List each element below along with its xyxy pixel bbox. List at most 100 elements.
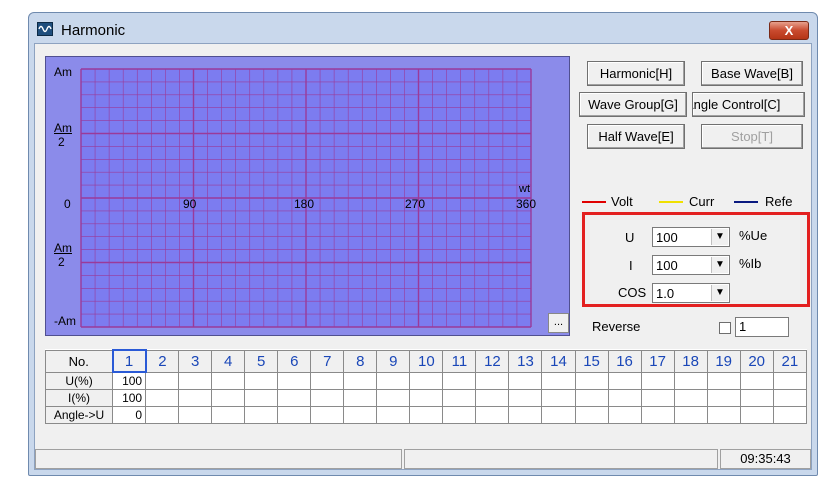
column-header-4[interactable]: 4: [211, 349, 246, 373]
table-cell[interactable]: [508, 406, 543, 424]
table-cell[interactable]: [640, 371, 675, 390]
table-cell[interactable]: [145, 389, 180, 407]
table-cell[interactable]: [376, 371, 411, 390]
table-cell[interactable]: [244, 371, 279, 390]
table-cell[interactable]: [178, 371, 213, 390]
column-header-20[interactable]: 20: [739, 349, 774, 373]
table-cell[interactable]: [607, 406, 642, 424]
table-cell[interactable]: [409, 371, 444, 390]
column-header-16[interactable]: 16: [607, 349, 642, 373]
table-cell[interactable]: [475, 371, 510, 390]
column-header-10[interactable]: 10: [409, 349, 444, 373]
chevron-down-icon[interactable]: ▼: [711, 285, 728, 301]
table-cell[interactable]: [541, 371, 576, 390]
table-cell[interactable]: [574, 389, 609, 407]
half-wave-button[interactable]: Half Wave[E]: [587, 124, 685, 149]
column-header-2[interactable]: 2: [145, 349, 180, 373]
table-cell[interactable]: [178, 406, 213, 424]
table-cell[interactable]: [244, 406, 279, 424]
table-cell[interactable]: [772, 406, 808, 424]
column-header-6[interactable]: 6: [277, 349, 312, 373]
table-cell[interactable]: [673, 389, 708, 407]
table-cell[interactable]: [706, 371, 741, 390]
column-header-5[interactable]: 5: [244, 349, 279, 373]
table-cell[interactable]: [739, 389, 774, 407]
table-cell[interactable]: [442, 389, 477, 407]
table-cell[interactable]: [706, 406, 741, 424]
chevron-down-icon[interactable]: ▼: [711, 229, 728, 245]
table-cell[interactable]: [475, 406, 510, 424]
table-cell[interactable]: [343, 389, 378, 407]
angle-control-button[interactable]: Angle Control[C]: [692, 92, 805, 117]
column-header-9[interactable]: 9: [376, 349, 411, 373]
more-options-button[interactable]: ...: [548, 313, 569, 333]
reverse-input[interactable]: 1: [735, 317, 789, 337]
table-cell[interactable]: [475, 389, 510, 407]
table-cell[interactable]: [574, 406, 609, 424]
table-cell[interactable]: [442, 371, 477, 390]
base-wave-button[interactable]: Base Wave[B]: [701, 61, 803, 86]
table-cell[interactable]: [211, 371, 246, 390]
column-header-1[interactable]: 1: [111, 349, 147, 373]
table-cell[interactable]: 100: [112, 389, 147, 407]
table-cell[interactable]: [409, 389, 444, 407]
table-cell[interactable]: [277, 389, 312, 407]
table-cell[interactable]: [277, 406, 312, 424]
table-cell[interactable]: [310, 406, 345, 424]
table-cell[interactable]: [739, 371, 774, 390]
title-bar[interactable]: Harmonic X: [29, 13, 817, 47]
table-cell[interactable]: [508, 371, 543, 390]
i-select[interactable]: 100 ▼: [652, 255, 730, 275]
table-cell[interactable]: [739, 406, 774, 424]
table-cell[interactable]: [211, 389, 246, 407]
table-cell[interactable]: [772, 371, 808, 390]
table-cell[interactable]: [706, 389, 741, 407]
harmonic-button[interactable]: Harmonic[H]: [587, 61, 685, 86]
table-cell[interactable]: [376, 406, 411, 424]
column-header-3[interactable]: 3: [178, 349, 213, 373]
column-header-19[interactable]: 19: [706, 349, 741, 373]
table-cell[interactable]: [442, 406, 477, 424]
table-cell[interactable]: [343, 371, 378, 390]
table-cell[interactable]: [607, 371, 642, 390]
column-header-15[interactable]: 15: [574, 349, 609, 373]
table-cell[interactable]: [310, 389, 345, 407]
column-header-14[interactable]: 14: [541, 349, 576, 373]
table-cell[interactable]: [211, 406, 246, 424]
table-cell[interactable]: [277, 371, 312, 390]
table-cell[interactable]: [310, 371, 345, 390]
table-cell[interactable]: [640, 406, 675, 424]
reverse-checkbox[interactable]: [719, 322, 731, 334]
table-cell[interactable]: [244, 389, 279, 407]
table-cell[interactable]: 0: [112, 406, 147, 424]
stop-button[interactable]: Stop[T]: [701, 124, 803, 149]
wave-group-button[interactable]: Wave Group[G]: [579, 92, 687, 117]
table-cell[interactable]: [541, 406, 576, 424]
table-cell[interactable]: [409, 406, 444, 424]
table-cell[interactable]: [607, 389, 642, 407]
close-button[interactable]: X: [769, 21, 809, 40]
table-cell[interactable]: [673, 371, 708, 390]
column-header-18[interactable]: 18: [673, 349, 708, 373]
chevron-down-icon[interactable]: ▼: [711, 257, 728, 273]
table-cell[interactable]: [145, 371, 180, 390]
u-select[interactable]: 100 ▼: [652, 227, 730, 247]
table-cell[interactable]: [772, 389, 808, 407]
column-header-8[interactable]: 8: [343, 349, 378, 373]
column-header-13[interactable]: 13: [508, 349, 543, 373]
table-cell[interactable]: [574, 371, 609, 390]
table-cell[interactable]: [178, 389, 213, 407]
cos-select[interactable]: 1.0 ▼: [652, 283, 730, 303]
table-cell[interactable]: [145, 406, 180, 424]
table-cell[interactable]: [376, 389, 411, 407]
table-cell[interactable]: [343, 406, 378, 424]
column-header-21[interactable]: 21: [772, 349, 808, 373]
column-header-17[interactable]: 17: [640, 349, 675, 373]
table-cell[interactable]: [508, 389, 543, 407]
table-cell[interactable]: 100: [112, 371, 147, 390]
column-header-7[interactable]: 7: [310, 349, 345, 373]
column-header-11[interactable]: 11: [442, 349, 477, 373]
table-cell[interactable]: [541, 389, 576, 407]
table-cell[interactable]: [640, 389, 675, 407]
table-cell[interactable]: [673, 406, 708, 424]
